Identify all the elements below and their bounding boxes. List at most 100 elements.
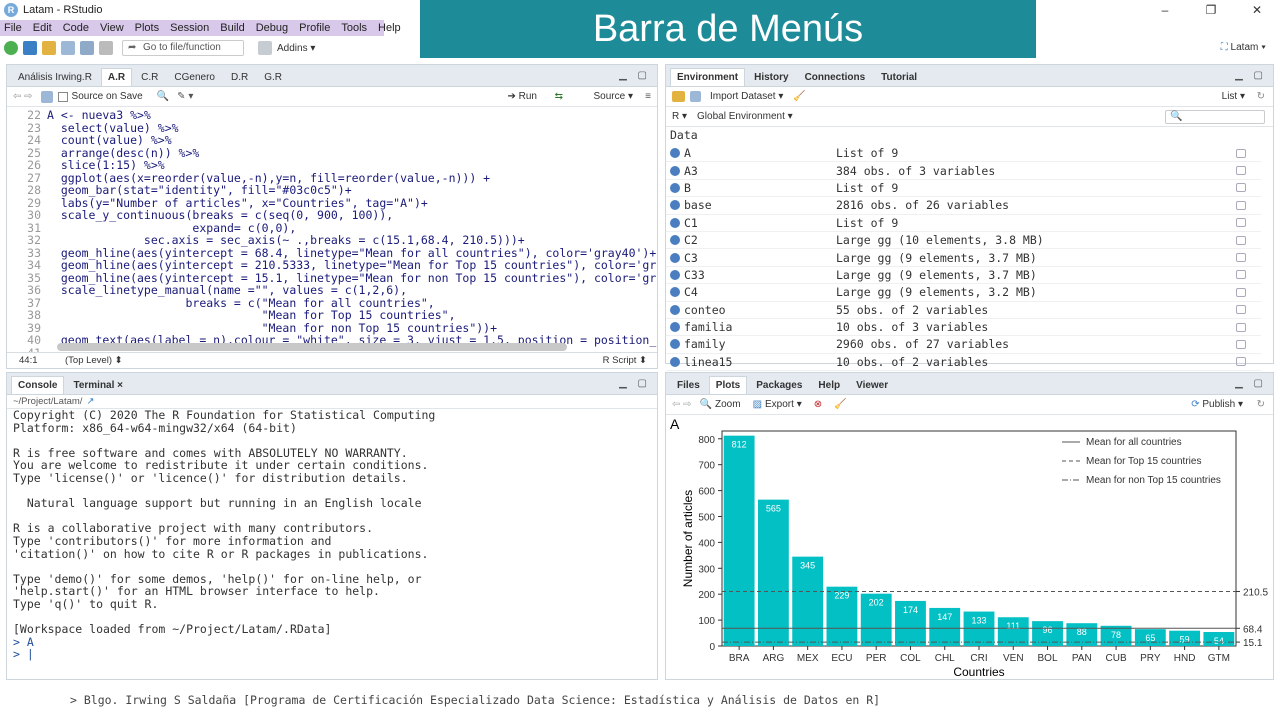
- view-data-icon[interactable]: [1236, 287, 1246, 297]
- plot-back-forward-icon[interactable]: ⇦ ⇨: [672, 399, 692, 410]
- console-input-prompt[interactable]: > |: [13, 647, 34, 661]
- tab-plots[interactable]: Plots: [708, 376, 748, 394]
- env-row[interactable]: A List of 9: [666, 145, 1261, 163]
- save-all-icon[interactable]: [80, 41, 94, 55]
- remove-plot-icon[interactable]: ⊗: [814, 399, 822, 410]
- env-search-input[interactable]: 🔍: [1165, 109, 1265, 124]
- tab-cgenero[interactable]: CGenero: [167, 68, 222, 86]
- refresh-icon[interactable]: ↻: [1257, 91, 1265, 102]
- view-data-icon[interactable]: [1236, 339, 1246, 349]
- new-project-icon[interactable]: [23, 41, 37, 55]
- tab-d-r[interactable]: D.R: [224, 68, 255, 86]
- tab-terminal[interactable]: Terminal ×: [66, 376, 130, 394]
- tab-c-r[interactable]: C.R: [134, 68, 165, 86]
- expand-arrow-icon[interactable]: [670, 182, 680, 193]
- expand-arrow-icon[interactable]: [670, 269, 680, 280]
- broom-icon[interactable]: 🧹: [793, 91, 805, 102]
- code-line[interactable]: 28 geom_bar(stat="identity", fill="#03c0…: [7, 184, 657, 197]
- env-row[interactable]: linea15 10 obs. of 2 variables: [666, 354, 1261, 372]
- menu-profile[interactable]: Profile: [299, 22, 330, 34]
- pane-minmax-icon[interactable]: ▁ ▢: [619, 70, 651, 81]
- tab-viewer[interactable]: Viewer: [849, 376, 895, 394]
- expand-arrow-icon[interactable]: [670, 339, 680, 350]
- back-forward-icon[interactable]: ⇦ ⇨: [13, 91, 33, 102]
- run-button[interactable]: ➔ Run: [507, 91, 537, 102]
- menu-file[interactable]: File: [4, 22, 22, 34]
- menu-build[interactable]: Build: [220, 22, 244, 34]
- save-icon[interactable]: [40, 90, 53, 103]
- import-dataset-button[interactable]: Import Dataset ▾: [710, 91, 783, 102]
- search-icon[interactable]: 🔍: [157, 91, 169, 102]
- grid-layout-icon[interactable]: [258, 41, 272, 55]
- code-line[interactable]: 30 scale_y_continuous(breaks = c(seq(0, …: [7, 209, 657, 222]
- tab-connections[interactable]: Connections: [798, 68, 873, 86]
- tab-files[interactable]: Files: [670, 376, 707, 394]
- menu-edit[interactable]: Edit: [33, 22, 52, 34]
- tab-console[interactable]: Console: [11, 376, 65, 394]
- export-button[interactable]: Export ▾: [765, 399, 802, 410]
- global-env-selector[interactable]: Global Environment ▾: [697, 111, 793, 122]
- broom-icon[interactable]: 🧹: [834, 399, 846, 410]
- tab-g-r[interactable]: G.R: [257, 68, 289, 86]
- code-line[interactable]: 36 scale_linetype_manual(name ="", value…: [7, 284, 657, 297]
- tab-a-r[interactable]: A.R: [100, 68, 133, 86]
- source-on-save-checkbox[interactable]: [57, 91, 68, 102]
- scope-selector[interactable]: (Top Level) ⬍: [65, 355, 123, 366]
- tab-analisis-irwing[interactable]: Análisis Irwing.R: [11, 68, 99, 86]
- menu-view[interactable]: View: [100, 22, 124, 34]
- load-workspace-icon[interactable]: [672, 91, 685, 102]
- minimize-button[interactable]: –: [1142, 0, 1188, 20]
- source-button[interactable]: Source ▾: [594, 91, 633, 102]
- expand-arrow-icon[interactable]: [670, 148, 680, 159]
- horizontal-scrollbar[interactable]: [57, 343, 567, 351]
- project-menu[interactable]: ⛶ Latam ▾: [1221, 42, 1266, 53]
- env-row[interactable]: C33 Large gg (9 elements, 3.7 MB): [666, 267, 1261, 285]
- publish-button[interactable]: ⟳ Publish ▾: [1191, 399, 1243, 410]
- view-data-icon[interactable]: [1236, 183, 1246, 193]
- env-row[interactable]: C3 Large gg (9 elements, 3.7 MB): [666, 249, 1261, 267]
- expand-arrow-icon[interactable]: [670, 165, 680, 176]
- language-selector[interactable]: R ▾: [672, 111, 687, 122]
- env-row[interactable]: family 2960 obs. of 27 variables: [666, 336, 1261, 354]
- menu-session[interactable]: Session: [170, 22, 209, 34]
- view-data-icon[interactable]: [1236, 253, 1246, 263]
- new-file-icon[interactable]: [4, 41, 18, 55]
- pane-minmax-icon[interactable]: ▁ ▢: [1235, 70, 1267, 81]
- view-data-icon[interactable]: [1236, 148, 1246, 158]
- wand-icon[interactable]: ✎ ▾: [177, 91, 193, 102]
- save-icon[interactable]: [61, 41, 75, 55]
- code-line[interactable]: 24 count(value) %>%: [7, 134, 657, 147]
- pane-minmax-icon[interactable]: ▁ ▢: [619, 378, 651, 389]
- code-line[interactable]: 34 geom_hline(aes(yintercept = 210.5333,…: [7, 259, 657, 272]
- env-row[interactable]: familia 10 obs. of 3 variables: [666, 319, 1261, 337]
- menu-code[interactable]: Code: [63, 22, 89, 34]
- menu-tools[interactable]: Tools: [341, 22, 367, 34]
- tab-tutorial[interactable]: Tutorial: [874, 68, 924, 86]
- expand-arrow-icon[interactable]: [670, 356, 680, 367]
- expand-arrow-icon[interactable]: [670, 217, 680, 228]
- view-data-icon[interactable]: [1236, 357, 1246, 367]
- view-data-icon[interactable]: [1236, 200, 1246, 210]
- list-mode-selector[interactable]: List ▾: [1222, 91, 1245, 102]
- rerun-icon[interactable]: ⇆: [555, 91, 563, 102]
- goto-dir-icon[interactable]: ↗: [86, 396, 94, 407]
- tab-environment[interactable]: Environment: [670, 68, 746, 86]
- zoom-button[interactable]: Zoom: [715, 399, 741, 410]
- view-data-icon[interactable]: [1236, 270, 1246, 280]
- close-button[interactable]: ✕: [1234, 0, 1280, 20]
- tab-packages[interactable]: Packages: [749, 376, 809, 394]
- code-line[interactable]: 22 A <- nueva3 %>%: [7, 109, 657, 122]
- tab-help[interactable]: Help: [811, 376, 847, 394]
- addins-menu[interactable]: Addins ▾: [277, 43, 315, 54]
- env-row[interactable]: C2 Large gg (10 elements, 3.8 MB): [666, 232, 1261, 250]
- menu-plots[interactable]: Plots: [135, 22, 159, 34]
- code-line[interactable]: 32 sec.axis = sec_axis(~ .,breaks = c(15…: [7, 234, 657, 247]
- view-data-icon[interactable]: [1236, 218, 1246, 228]
- view-data-icon[interactable]: [1236, 322, 1246, 332]
- doc-outline-icon[interactable]: ≡: [645, 91, 651, 102]
- refresh-icon[interactable]: ↻: [1257, 399, 1265, 410]
- maximize-button[interactable]: ❐: [1188, 0, 1234, 20]
- expand-arrow-icon[interactable]: [670, 200, 680, 211]
- env-row[interactable]: B List of 9: [666, 180, 1261, 198]
- env-row[interactable]: base 2816 obs. of 26 variables: [666, 197, 1261, 215]
